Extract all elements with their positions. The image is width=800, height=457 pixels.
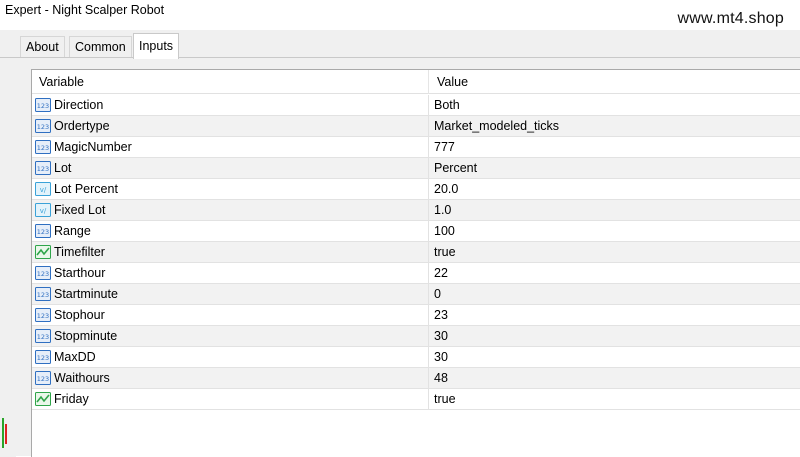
table-row[interactable]: v/Fixed Lot 1.0 (32, 200, 800, 221)
svg-text:123: 123 (37, 123, 49, 131)
variable-value[interactable]: Percent (434, 158, 477, 179)
variable-value[interactable]: 48 (434, 368, 448, 389)
variable-name: Lot (54, 161, 72, 175)
variable-name: Timefilter (54, 245, 105, 259)
variable-value[interactable]: 30 (434, 326, 448, 347)
variable-name: Startminute (54, 287, 118, 301)
variable-value[interactable]: 22 (434, 263, 448, 284)
inputs-panel: Variable Value 123 Direction Both 123 Ordert… (0, 57, 800, 457)
table-row[interactable]: 123 Ordertype Market_modeled_ticks (32, 116, 800, 137)
tab-inputs[interactable]: Inputs (133, 33, 180, 59)
column-header-variable[interactable]: Variable (39, 75, 84, 89)
variable-name: Waithours (54, 371, 110, 385)
svg-text:123: 123 (37, 102, 49, 110)
variable-value[interactable]: 20.0 (434, 179, 458, 200)
table-row[interactable]: Friday true (32, 389, 800, 410)
table-row[interactable]: 123 Stopminute 30 (32, 326, 800, 347)
inputs-table: Variable Value 123 Direction Both 123 Ordert… (31, 69, 800, 457)
variable-value[interactable]: 100 (434, 221, 455, 242)
svg-text:123: 123 (37, 375, 49, 383)
integer-param-icon: 123 (35, 224, 51, 238)
variable-name: Starthour (54, 266, 106, 280)
double-param-icon: v/ (35, 203, 51, 217)
boolean-param-icon (35, 392, 51, 406)
variable-name: MaxDD (54, 350, 96, 364)
table-row[interactable]: 123 Waithours 48 (32, 368, 800, 389)
window-title: Expert - Night Scalper Robot (5, 3, 165, 17)
variable-value[interactable]: Market_modeled_ticks (434, 116, 559, 137)
integer-param-icon: 123 (35, 350, 51, 364)
svg-text:123: 123 (37, 333, 49, 341)
table-row[interactable]: 123 Starthour 22 (32, 263, 800, 284)
chart-candle-icon (2, 418, 8, 448)
column-header-value[interactable]: Value (437, 75, 468, 89)
variable-name: Ordertype (54, 119, 110, 133)
watermark: www.mt4.shop (677, 10, 784, 27)
svg-text:123: 123 (37, 270, 49, 278)
table-row[interactable]: v/Lot Percent 20.0 (32, 179, 800, 200)
variable-name: Direction (54, 98, 104, 112)
variable-name: MagicNumber (54, 140, 132, 154)
table-row[interactable]: 123 Stophour 23 (32, 305, 800, 326)
svg-text:v/: v/ (40, 207, 47, 215)
svg-text:123: 123 (37, 144, 49, 152)
integer-param-icon: 123 (35, 161, 51, 175)
svg-text:123: 123 (37, 354, 49, 362)
variable-value[interactable]: 1.0 (434, 200, 451, 221)
table-row[interactable]: 123 MaxDD 30 (32, 347, 800, 368)
svg-text:v/: v/ (40, 186, 47, 194)
table-row[interactable]: Timefilter true (32, 242, 800, 263)
variable-value[interactable]: 0 (434, 284, 441, 305)
table-header: Variable Value (32, 70, 800, 94)
variable-value[interactable]: 30 (434, 347, 448, 368)
table-row[interactable]: 123 Direction Both (32, 95, 800, 116)
svg-text:123: 123 (37, 291, 49, 299)
tab-about[interactable]: About (20, 36, 65, 58)
integer-param-icon: 123 (35, 308, 51, 322)
double-param-icon: v/ (35, 182, 51, 196)
integer-param-icon: 123 (35, 98, 51, 112)
table-row[interactable]: 123 Lot Percent (32, 158, 800, 179)
table-row[interactable]: 123 MagicNumber 777 (32, 137, 800, 158)
boolean-param-icon (35, 245, 51, 259)
integer-param-icon: 123 (35, 329, 51, 343)
variable-name: Range (54, 224, 91, 238)
variable-value[interactable]: true (434, 389, 456, 410)
integer-param-icon: 123 (35, 140, 51, 154)
integer-param-icon: 123 (35, 119, 51, 133)
variable-value[interactable]: 777 (434, 137, 455, 158)
table-row[interactable]: 123 Startminute 0 (32, 284, 800, 305)
variable-value[interactable]: true (434, 242, 456, 263)
variable-name: Stophour (54, 308, 105, 322)
variable-value[interactable]: Both (434, 95, 460, 116)
variable-name: Stopminute (54, 329, 118, 343)
integer-param-icon: 123 (35, 287, 51, 301)
left-edge (0, 58, 16, 457)
variable-name: Fixed Lot (54, 203, 106, 217)
table-row[interactable]: 123 Range 100 (32, 221, 800, 242)
variable-value[interactable]: 23 (434, 305, 448, 326)
tab-common[interactable]: Common (69, 36, 132, 58)
integer-param-icon: 123 (35, 371, 51, 385)
table-body: 123 Direction Both 123 Ordertype Market_model… (32, 95, 800, 410)
title-bar: Expert - Night Scalper Robot www.mt4.sho… (0, 0, 800, 30)
variable-name: Lot Percent (54, 182, 118, 196)
svg-text:123: 123 (37, 228, 49, 236)
integer-param-icon: 123 (35, 266, 51, 280)
svg-text:123: 123 (37, 165, 49, 173)
svg-text:123: 123 (37, 312, 49, 320)
variable-name: Friday (54, 392, 89, 406)
tab-strip: About Common Inputs (0, 30, 800, 59)
